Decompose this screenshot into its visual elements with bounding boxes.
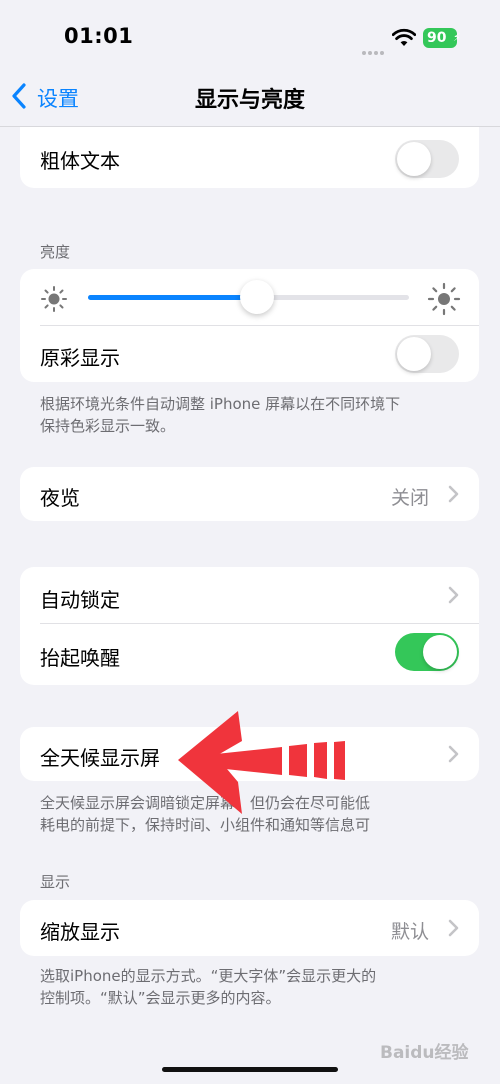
bold-text-toggle[interactable] (395, 140, 459, 178)
display-zoom-value: 默认 (391, 921, 430, 943)
night-shift-value: 关闭 (391, 487, 430, 509)
row-separator (40, 325, 479, 326)
display-footnote-line1: 选取iPhone的显示方式。“更大字体”会显示更大的 (40, 967, 377, 985)
chevron-right-icon (447, 745, 459, 767)
auto-lock-label: 自动锁定 (40, 588, 120, 612)
status-time: 01:01 (64, 24, 134, 48)
display-zoom-label: 缩放显示 (40, 920, 120, 944)
cellular-signal-icon (362, 40, 388, 55)
brightness-slider-fill (88, 295, 258, 300)
auto-lock-row[interactable]: 自动锁定 (20, 567, 479, 623)
brightness-slider-thumb[interactable] (240, 280, 274, 314)
chevron-right-icon (447, 586, 459, 608)
bold-text-label: 粗体文本 (40, 149, 120, 173)
charging-bolt-icon: ⚡ (453, 31, 461, 44)
brightness-footnote-line1: 根据环境光条件自动调整 iPhone 屏幕以在不同环境下 (40, 395, 401, 413)
sun-large-icon (427, 282, 461, 320)
night-shift-label: 夜览 (40, 486, 80, 510)
battery-icon: 90 ⚡ (423, 28, 461, 48)
true-tone-label: 原彩显示 (40, 346, 120, 370)
chevron-right-icon (447, 485, 459, 507)
true-tone-toggle[interactable] (395, 335, 459, 373)
display-footnote-line2: 控制项。“默认”会显示更多的内容。 (40, 989, 281, 1007)
brightness-footnote: 根据环境光条件自动调整 iPhone 屏幕以在不同环境下 保持色彩显示一致。 (40, 393, 400, 437)
brightness-card: 原彩显示 (20, 269, 479, 382)
annotation-arrow-icon (178, 708, 353, 824)
watermark-text: Baidu经验 (380, 1043, 469, 1063)
raise-to-wake-label: 抬起唤醒 (40, 646, 120, 670)
brightness-slider[interactable] (88, 280, 409, 314)
lock-card: 自动锁定 抬起唤醒 (20, 567, 479, 685)
brightness-footnote-line2: 保持色彩显示一致。 (40, 417, 176, 435)
display-zoom-row[interactable]: 缩放显示 默认 (20, 900, 479, 956)
home-indicator[interactable] (162, 1067, 338, 1072)
raise-to-wake-toggle[interactable] (395, 633, 459, 671)
brightness-header: 亮度 (40, 243, 71, 261)
row-separator (40, 623, 479, 624)
page-title: 显示与亮度 (194, 88, 305, 113)
sun-small-icon (40, 285, 68, 317)
baidu-watermark: Baidu经验 (380, 1038, 469, 1063)
battery-level: 90 (427, 30, 447, 46)
chevron-right-icon (447, 919, 459, 941)
night-shift-row[interactable]: 夜览 关闭 (20, 467, 479, 521)
wifi-icon (391, 28, 417, 52)
always-on-label: 全天候显示屏 (40, 746, 160, 770)
display-header: 显示 (40, 873, 71, 891)
bold-text-card: 粗体文本 (20, 127, 479, 188)
display-footnote: 选取iPhone的显示方式。“更大字体”会显示更大的 控制项。“默认”会显示更多… (40, 965, 376, 1009)
